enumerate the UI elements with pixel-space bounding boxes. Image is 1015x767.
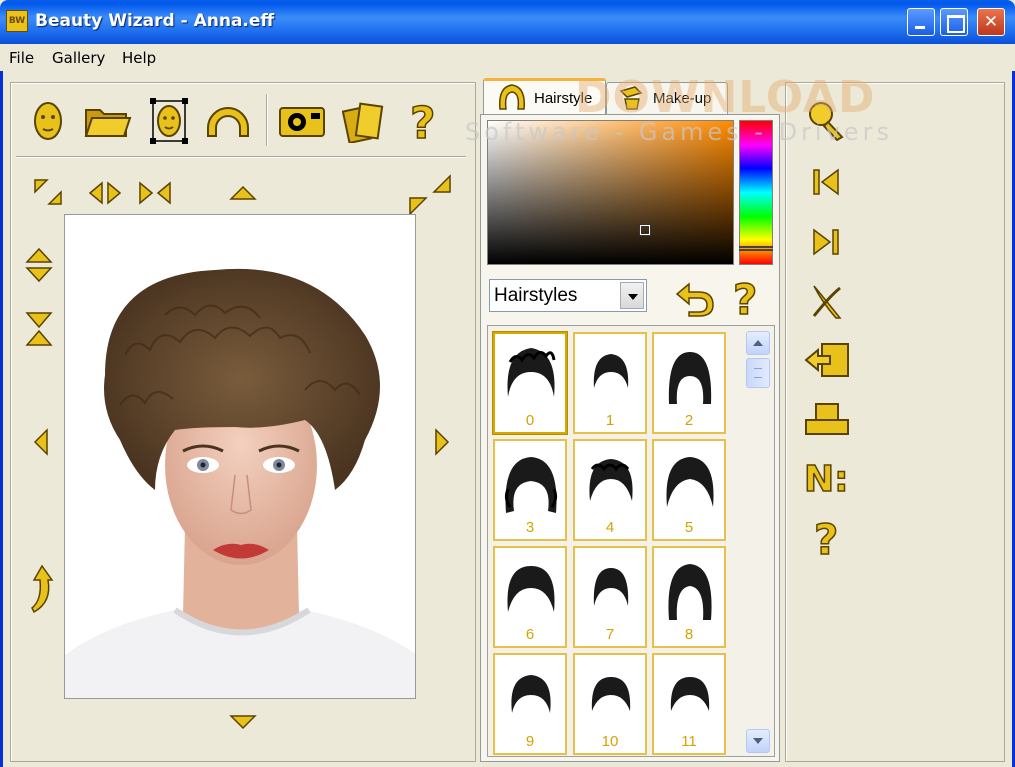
help-icon[interactable]: ?: [406, 98, 442, 144]
hairstyle-tab-icon: [496, 83, 528, 111]
hairstyle-thumbnail[interactable]: 11: [652, 653, 726, 755]
svg-text:N:: N:: [804, 459, 849, 497]
portrait-image: [65, 268, 415, 698]
expand-horizontal-icon[interactable]: [88, 181, 122, 205]
hairstyle-thumbnail[interactable]: 5: [652, 439, 726, 541]
expand-vertical-icon[interactable]: [25, 247, 53, 283]
watermark-subtitle: Software - Games - Drivers: [465, 118, 893, 146]
toolbar-separator: [266, 94, 268, 146]
move-up-icon[interactable]: [229, 185, 257, 201]
thumbnail-number: 0: [525, 412, 535, 429]
cut-icon[interactable]: [810, 284, 844, 320]
svg-text:?: ?: [733, 276, 757, 320]
thumbnail-number: 1: [605, 412, 615, 429]
window-frame-left: [0, 44, 3, 767]
menu-file[interactable]: File: [9, 49, 34, 67]
face-icon[interactable]: [32, 100, 64, 142]
watermark-title: DOWNLOAD: [575, 72, 876, 123]
hairstyle-thumbnail[interactable]: 4: [573, 439, 647, 541]
chevron-down-icon[interactable]: [620, 282, 644, 309]
scroll-up-button[interactable]: [746, 331, 770, 355]
portrait-canvas[interactable]: [64, 214, 416, 699]
first-icon[interactable]: [812, 168, 840, 196]
arc-icon[interactable]: [205, 106, 251, 138]
cards-icon[interactable]: [342, 101, 386, 143]
minimize-button[interactable]: [907, 8, 935, 36]
svg-text:?: ?: [814, 516, 838, 560]
scroll-down-button[interactable]: [746, 729, 770, 753]
thumbnail-number: 3: [525, 519, 535, 536]
shrink-horizontal-icon[interactable]: [138, 181, 172, 205]
thumbnail-number: 6: [525, 626, 535, 643]
open-folder-icon[interactable]: [84, 104, 132, 138]
category-select-value: Hairstyles: [494, 285, 578, 306]
toolbar-divider: [16, 156, 466, 158]
face-select-icon[interactable]: [150, 98, 188, 144]
hairstyle-thumbnail[interactable]: 9: [493, 653, 567, 755]
hairstyle-gallery: 0 1 2 3 4 5 6 7 8 9 10 11: [487, 325, 775, 757]
import-icon[interactable]: [804, 342, 850, 378]
stamp-icon[interactable]: [804, 402, 850, 436]
thumbnail-number: 4: [605, 519, 615, 536]
thumbnail-number: 10: [601, 733, 619, 750]
help-icon[interactable]: ?: [810, 516, 846, 560]
number-icon[interactable]: N:: [802, 455, 852, 497]
hairstyle-thumbnail[interactable]: 6: [493, 546, 567, 648]
move-left-icon[interactable]: [33, 428, 49, 456]
hairstyle-thumbnail[interactable]: 8: [652, 546, 726, 648]
last-icon[interactable]: [812, 228, 840, 256]
expand-diagonal-icon[interactable]: [408, 174, 452, 216]
menu-bar: File Gallery Help: [0, 44, 1015, 71]
undo-icon[interactable]: [675, 280, 715, 318]
rotate-icon[interactable]: [28, 562, 56, 616]
menu-help[interactable]: Help: [122, 49, 156, 67]
thumbnail-number: 7: [605, 626, 615, 643]
app-icon[interactable]: BW: [6, 10, 28, 32]
hairstyle-thumbnail[interactable]: 0: [493, 332, 567, 434]
hairstyle-thumbnail[interactable]: 10: [573, 653, 647, 755]
hairstyle-thumbnail[interactable]: 1: [573, 332, 647, 434]
hairstyle-thumbnail[interactable]: 2: [652, 332, 726, 434]
help-icon[interactable]: ?: [729, 276, 765, 320]
svg-text:?: ?: [410, 98, 436, 144]
move-right-icon[interactable]: [434, 428, 450, 456]
hairstyle-thumbnail[interactable]: 3: [493, 439, 567, 541]
scrollbar-thumb[interactable]: [746, 358, 770, 388]
menu-gallery[interactable]: Gallery: [52, 49, 105, 67]
thumbnail-number: 11: [681, 733, 697, 750]
close-button[interactable]: [977, 8, 1005, 36]
thumbnail-number: 2: [684, 412, 694, 429]
hue-slider-marker[interactable]: [739, 246, 773, 251]
category-select[interactable]: Hairstyles: [489, 279, 647, 312]
color-picker-marker[interactable]: [639, 224, 651, 236]
shrink-diagonal-icon[interactable]: [33, 178, 63, 206]
hairstyle-thumbnail[interactable]: 7: [573, 546, 647, 648]
thumbnail-number: 8: [684, 626, 694, 643]
camera-icon[interactable]: [278, 105, 326, 139]
move-down-icon[interactable]: [229, 714, 257, 730]
shrink-vertical-icon[interactable]: [25, 311, 53, 347]
title-bar: BW Beauty Wizard - Anna.eff: [0, 0, 1015, 44]
thumbnail-number: 9: [525, 733, 535, 750]
maximize-button[interactable]: [940, 8, 968, 36]
gallery-scrollbar[interactable]: [745, 329, 771, 755]
thumbnail-number: 5: [684, 519, 694, 536]
window-title: Beauty Wizard - Anna.eff: [35, 11, 275, 31]
